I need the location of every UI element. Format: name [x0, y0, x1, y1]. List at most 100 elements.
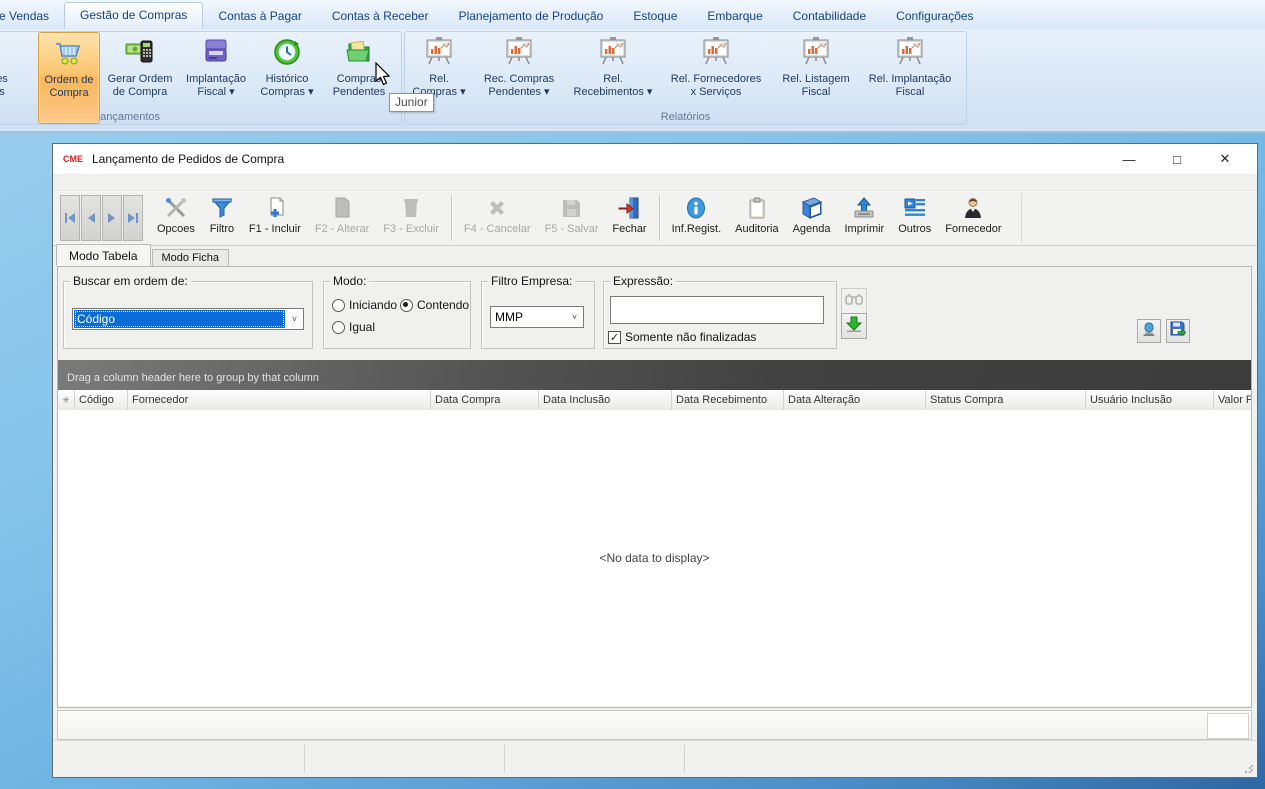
column-header-valor-produtos[interactable]: Valor Pro [1214, 390, 1251, 410]
person-icon [960, 195, 986, 221]
f3-excluir-button[interactable]: F3 - Excluir [376, 194, 446, 242]
auditoria-button[interactable]: Auditoria [728, 194, 785, 242]
column-header-data-inclusao[interactable]: Data Inclusão [539, 390, 672, 410]
export-save-button[interactable] [1166, 319, 1190, 343]
ribbon-button-rel-fornecedores-servicos[interactable]: Rel. Fornecedores x Serviços [660, 32, 772, 122]
ribbon-button-label: Gerar Ordem [108, 73, 173, 86]
ribbon-button-rec-compras-pendentes[interactable]: Rec. Compras Pendentes ▾ [472, 32, 566, 122]
report-easel-icon [422, 35, 456, 69]
f5-salvar-button[interactable]: F5 - Salvar [538, 194, 606, 242]
outros-button[interactable]: Outros [891, 194, 938, 242]
radio-icon [332, 299, 345, 312]
radio-iniciando[interactable]: Iniciando [332, 298, 397, 312]
ribbon-button-ordem-de-compra[interactable]: Ordem de Compra [38, 32, 100, 124]
maximize-button[interactable]: □ [1153, 144, 1201, 174]
ribbon-button-implantacao-fiscal[interactable]: Implantação Fiscal ▾ [181, 32, 251, 122]
column-header-fornecedor[interactable]: Fornecedor [128, 390, 431, 410]
grid-body[interactable]: <No data to display> [58, 410, 1251, 706]
column-header-data-compra[interactable]: Data Compra [431, 390, 539, 410]
ribbon-button-rel-implantacao-fiscal[interactable]: Rel. Implantação Fiscal [862, 32, 958, 122]
mode-group: Modo: Iniciando Contendo Igual [323, 281, 471, 349]
toolbar-separator [659, 195, 660, 241]
fechar-button[interactable]: Fechar [605, 194, 653, 242]
radio-igual[interactable]: Igual [332, 320, 375, 334]
window-titlebar[interactable]: CME Lançamento de Pedidos de Compra — □ … [53, 144, 1257, 175]
tab-modo-tabela[interactable]: Modo Tabela [56, 244, 151, 266]
save-icon [558, 195, 584, 221]
ribbon-button-clipped[interactable]: es s [0, 32, 34, 122]
search-binoculars-button[interactable] [841, 288, 867, 314]
ribbon-button-rel-listagem-fiscal[interactable]: Rel. Listagem Fiscal [774, 32, 858, 122]
tooltip: Junior [389, 93, 434, 112]
fiscal-device-icon [199, 35, 233, 69]
ribbon-tab-planejamento-producao[interactable]: Planejamento de Produção [444, 4, 619, 29]
record-navigator [60, 195, 144, 241]
add-page-icon [262, 195, 288, 221]
group-label: Buscar em ordem de: [70, 274, 191, 288]
column-header-codigo[interactable]: Código [75, 390, 128, 410]
nav-previous-button[interactable] [81, 195, 101, 241]
ribbon-tab-contas-a-receber[interactable]: Contas à Receber [317, 4, 444, 29]
search-order-combo[interactable]: Código ˅ [72, 308, 304, 330]
nav-first-button[interactable] [60, 195, 80, 241]
save-export-icon [1170, 321, 1186, 342]
column-header-status-compra[interactable]: Status Compra [926, 390, 1086, 410]
toolbar-button-label: Agenda [793, 223, 831, 235]
ribbon-button-historico-compras[interactable]: Histórico Compras ▾ [253, 32, 321, 122]
ribbon-button-gerar-ordem-de-compra[interactable]: Gerar Ordem de Compra [102, 32, 178, 122]
opcoes-button[interactable]: Opcoes [150, 194, 202, 242]
ribbon-button-label: Fiscal [896, 86, 925, 99]
toolbar-button-label: Auditoria [735, 223, 778, 235]
ribbon-tab-embarque[interactable]: Embarque [692, 4, 777, 29]
window-status-bar [53, 740, 1257, 777]
ribbon-tab-gestao-de-compras[interactable]: Gestão de Compras [64, 2, 203, 29]
imprimir-button[interactable]: Imprimir [838, 194, 892, 242]
inf-regist-button[interactable]: Inf.Regist. [665, 194, 729, 242]
toolbar-button-label: F5 - Salvar [545, 223, 599, 235]
column-header-data-recebimento[interactable]: Data Recebimento [672, 390, 784, 410]
radio-contendo[interactable]: Contendo [400, 298, 469, 312]
filtro-button[interactable]: Filtro [202, 194, 242, 242]
lamp-button[interactable] [1137, 319, 1161, 343]
agenda-button[interactable]: Agenda [786, 194, 838, 242]
view-tab-strip: Modo Tabela Modo Ficha [56, 245, 229, 266]
ribbon-button-label: Rel. Implantação [869, 73, 952, 86]
ribbon-button-rel-recebimentos[interactable]: Rel. Recebimentos ▾ [568, 32, 658, 122]
ribbon-tab-estoque[interactable]: Estoque [618, 4, 692, 29]
shopping-cart-icon [52, 36, 86, 70]
group-label: Expressão: [610, 274, 676, 288]
row-indicator-header: ✳ [58, 390, 75, 410]
ribbon-button-label: Recebimentos ▾ [574, 86, 653, 99]
tab-modo-ficha[interactable]: Modo Ficha [152, 249, 229, 266]
company-combo[interactable]: MMP ˅ [490, 306, 584, 328]
f4-cancelar-button[interactable]: F4 - Cancelar [457, 194, 538, 242]
ribbon: e Vendas Gestão de Compras Contas à Paga… [0, 0, 1265, 133]
close-button[interactable]: ✕ [1201, 144, 1249, 174]
grid-group-bar[interactable]: Drag a column header here to group by th… [58, 360, 1251, 390]
nav-last-button[interactable] [123, 195, 143, 241]
history-clock-icon [270, 35, 304, 69]
expression-input[interactable] [610, 296, 824, 324]
chevron-down-icon[interactable]: ˅ [566, 307, 583, 327]
column-header-usuario-inclusao[interactable]: Usuário Inclusão [1086, 390, 1214, 410]
chevron-down-icon[interactable]: ˅ [286, 309, 303, 329]
report-easel-icon [502, 35, 536, 69]
apply-filter-button[interactable] [841, 313, 867, 339]
report-easel-icon [799, 35, 833, 69]
toolbar-button-label: Filtro [210, 223, 234, 235]
ribbon-tab-vendas[interactable]: e Vendas [0, 4, 64, 29]
ribbon-tab-contas-a-pagar[interactable]: Contas à Pagar [203, 4, 316, 29]
f1-incluir-button[interactable]: F1 - Incluir [242, 194, 308, 242]
nav-next-button[interactable] [102, 195, 122, 241]
only-unfinished-checkbox[interactable]: ✓ Somente não finalizadas [608, 330, 756, 344]
ribbon-tab-contabilidade[interactable]: Contabilidade [778, 4, 881, 29]
fornecedor-button[interactable]: Fornecedor [938, 194, 1008, 242]
column-header-data-alteracao[interactable]: Data Alteração [784, 390, 926, 410]
f2-alterar-button[interactable]: F2 - Alterar [308, 194, 376, 242]
minimize-button[interactable]: — [1105, 144, 1153, 174]
book-icon [799, 195, 825, 221]
ribbon-button-label: Fiscal ▾ [197, 86, 234, 99]
info-icon [683, 195, 709, 221]
ribbon-tab-configuracoes[interactable]: Configurações [881, 4, 988, 29]
resize-grip[interactable] [1244, 764, 1254, 774]
